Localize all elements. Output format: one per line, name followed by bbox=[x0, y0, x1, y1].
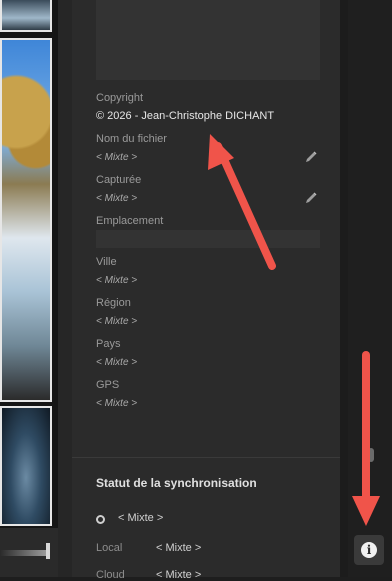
section-divider bbox=[72, 457, 340, 458]
sync-status-title: Statut de la synchronisation bbox=[96, 476, 257, 490]
sync-status-radio[interactable] bbox=[96, 515, 105, 524]
country-label: Pays bbox=[96, 338, 121, 350]
city-label: Ville bbox=[96, 256, 117, 268]
sync-local-label: Local bbox=[96, 542, 123, 554]
gps-value[interactable]: < Mixte > bbox=[96, 398, 137, 409]
right-rail bbox=[348, 0, 392, 577]
captured-value[interactable]: < Mixte > bbox=[96, 193, 137, 204]
thumbnail-3[interactable] bbox=[0, 406, 52, 526]
copyright-value[interactable]: © 2026 - Jean-Christophe DICHANT bbox=[96, 110, 274, 122]
info-icon: i bbox=[361, 542, 377, 558]
thumbnail-1[interactable] bbox=[0, 0, 52, 32]
sync-cloud-label: Cloud bbox=[96, 569, 125, 581]
region-value[interactable]: < Mixte > bbox=[96, 316, 137, 327]
thumbnail-size-slider[interactable] bbox=[0, 550, 46, 556]
city-value[interactable]: < Mixte > bbox=[96, 275, 137, 286]
thumbnail-size-slider-handle[interactable] bbox=[46, 543, 50, 559]
sync-cloud-value: < Mixte > bbox=[156, 569, 202, 581]
gps-label: GPS bbox=[96, 379, 120, 391]
panel-scrollbar[interactable] bbox=[340, 0, 348, 577]
country-value[interactable]: < Mixte > bbox=[96, 357, 137, 368]
sync-local-value: < Mixte > bbox=[156, 542, 202, 554]
filename-label: Nom du fichier bbox=[96, 133, 167, 145]
filename-value[interactable]: < Mixte > bbox=[96, 152, 137, 163]
pencil-icon[interactable] bbox=[304, 191, 318, 205]
region-label: Région bbox=[96, 297, 131, 309]
filmstrip-scrollbar[interactable] bbox=[58, 0, 72, 577]
rail-scroll-handle[interactable] bbox=[368, 448, 374, 462]
metadata-field-box bbox=[96, 0, 320, 80]
info-icon-glyph: i bbox=[366, 543, 372, 557]
copyright-label: Copyright bbox=[96, 92, 144, 104]
thumbnail-2[interactable] bbox=[0, 38, 52, 402]
filmstrip bbox=[0, 0, 58, 577]
pencil-icon[interactable] bbox=[304, 150, 318, 164]
captured-label: Capturée bbox=[96, 174, 142, 186]
metadata-panel bbox=[72, 0, 340, 577]
info-button[interactable]: i bbox=[354, 535, 384, 565]
sync-status-value: < Mixte > bbox=[118, 512, 164, 524]
location-field[interactable] bbox=[96, 230, 320, 248]
location-label: Emplacement bbox=[96, 215, 164, 227]
